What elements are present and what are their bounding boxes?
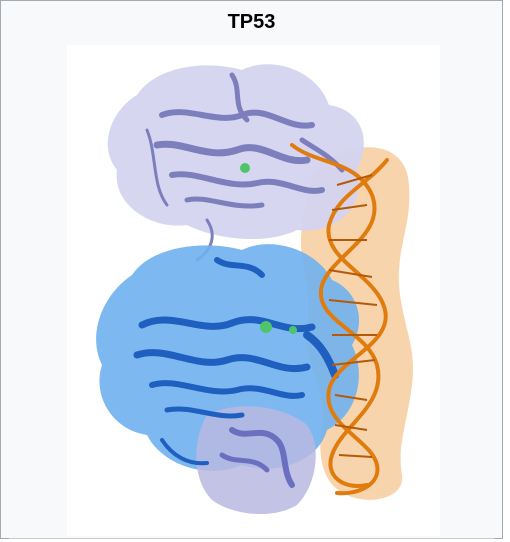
protein-structure-image[interactable] [67,45,440,536]
bottom-domain-surface [196,406,316,515]
protein-structure-illustration [96,64,414,515]
infobox-divider [9,538,494,539]
infobox-title: TP53 [227,11,276,33]
infobox: TP53 [0,0,503,539]
